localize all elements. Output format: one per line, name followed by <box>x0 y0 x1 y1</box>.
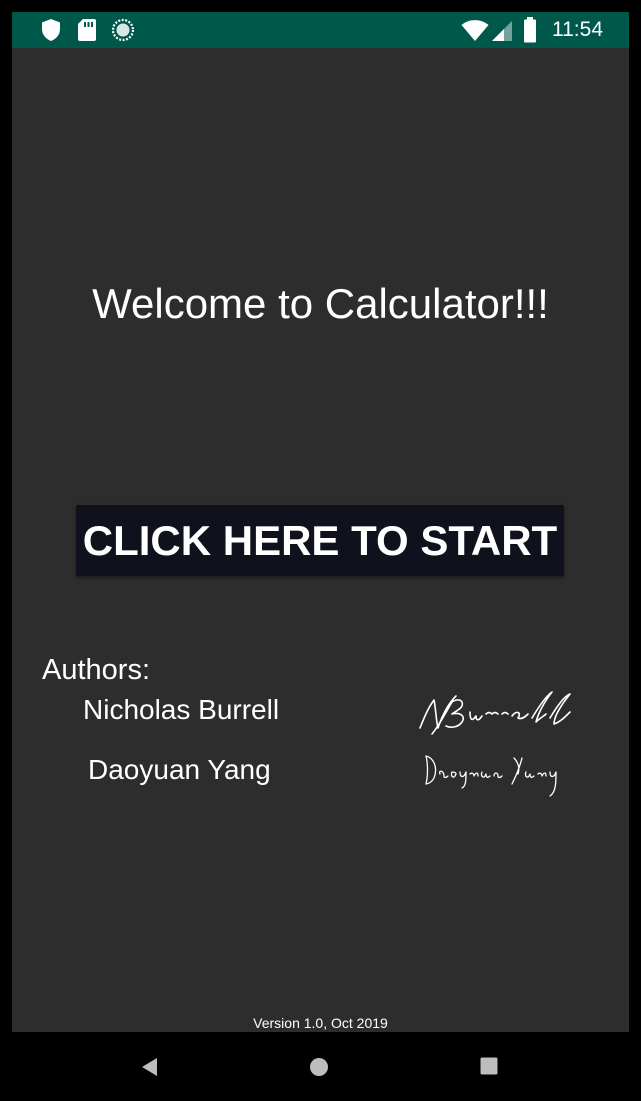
sync-circle-icon <box>111 18 135 47</box>
signal-icon <box>491 20 513 47</box>
recents-icon[interactable] <box>480 1057 498 1080</box>
device-frame: 11:54 Welcome to Calculator!!! CLICK HER… <box>0 0 641 1101</box>
battery-icon <box>523 17 537 48</box>
authors-label: Authors: <box>42 654 150 686</box>
welcome-title: Welcome to Calculator!!! <box>92 280 549 327</box>
app-screen: Welcome to Calculator!!! CLICK HERE TO S… <box>12 48 629 1032</box>
start-button[interactable]: CLICK HERE TO START <box>76 505 564 576</box>
navigation-bar <box>0 1032 641 1101</box>
home-icon[interactable] <box>309 1057 329 1082</box>
sd-card-icon <box>77 18 97 47</box>
signature-nicholas-burrell <box>414 688 574 753</box>
status-time: 11:54 <box>552 18 603 41</box>
status-bar: 11:54 <box>12 12 629 48</box>
author-name: Daoyuan Yang <box>88 754 271 785</box>
shield-icon <box>40 18 62 47</box>
back-icon[interactable] <box>140 1057 160 1082</box>
author-name: Nicholas Burrell <box>83 694 280 725</box>
version-label: Version 1.0, Oct 2019 <box>253 1015 388 1031</box>
wifi-icon <box>461 20 489 47</box>
signature-daoyuan-yang <box>422 748 562 813</box>
